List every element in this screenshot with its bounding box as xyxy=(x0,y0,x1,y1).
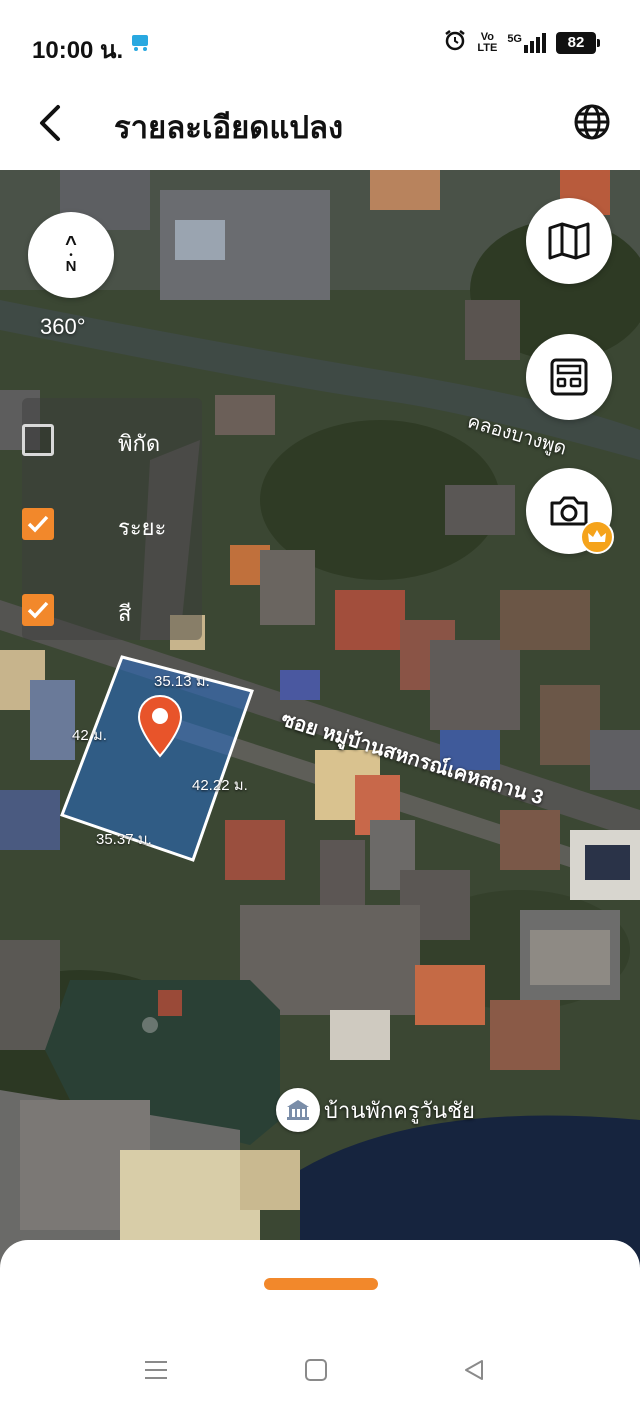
layer-toggle-distance[interactable]: ระยะ xyxy=(22,508,166,540)
dimension-left: 42 ม. xyxy=(72,727,107,744)
compass-letter: N xyxy=(65,258,77,275)
calculator-icon xyxy=(550,358,588,396)
status-indicators: Vo LTE 5G 82 xyxy=(443,28,600,57)
language-button[interactable] xyxy=(570,100,614,144)
checkbox-distance[interactable] xyxy=(22,508,54,540)
page-title: รายละเอียดแปลง xyxy=(114,110,344,145)
globe-icon xyxy=(574,104,610,140)
chevron-left-icon xyxy=(40,105,60,141)
camera-button[interactable] xyxy=(526,468,614,554)
camera-icon xyxy=(550,496,588,526)
volte-bottom: LTE xyxy=(477,41,498,54)
home-button[interactable] xyxy=(296,1350,336,1390)
bottom-sheet xyxy=(0,1240,640,1340)
square-icon xyxy=(305,1359,327,1381)
volte-top: Vo xyxy=(480,30,494,43)
recents-button[interactable] xyxy=(136,1350,176,1390)
status-time: 10:00 น. xyxy=(32,37,124,64)
battery-level: 82 xyxy=(567,34,585,51)
compass-button[interactable]: ^ • N xyxy=(28,212,114,298)
layer-toggle-coordinates[interactable]: พิกัด xyxy=(22,424,160,456)
check-icon xyxy=(27,515,49,533)
system-navigation-bar xyxy=(0,1330,640,1404)
building-icon xyxy=(276,1088,320,1132)
nav-back-button[interactable] xyxy=(454,1350,494,1390)
location-pin-icon[interactable] xyxy=(136,694,184,763)
triangle-back-icon xyxy=(465,1360,483,1380)
heading-readout: 360° xyxy=(40,314,86,339)
status-bar: 10:00 น. Vo LTE 5G 82 xyxy=(0,0,640,88)
poi-name: บ้านพักครูวันชัย xyxy=(324,1097,475,1123)
back-button[interactable] xyxy=(30,100,70,146)
signal-icon: 5G xyxy=(507,32,546,53)
menu-icon xyxy=(145,1361,167,1379)
poi-marker[interactable]: บ้านพักครูวันชัย xyxy=(276,1088,475,1132)
dimension-bottom: 35.37 ม. xyxy=(96,831,152,848)
layer-label-color: สี xyxy=(118,601,132,626)
battery-icon: 82 xyxy=(556,31,600,54)
layer-toggle-color[interactable]: สี xyxy=(22,594,131,626)
dimension-top: 35.13 ม. xyxy=(154,673,210,690)
layer-label-coordinates: พิกัด xyxy=(118,431,161,456)
checkbox-coordinates[interactable] xyxy=(22,424,54,456)
satellite-map[interactable]: 35.13 ม. 42 ม. 42.22 ม. 35.37 ม. คลองบาง… xyxy=(0,170,640,1270)
app-header: รายละเอียดแปลง xyxy=(0,88,640,170)
dimension-right: 42.22 ม. xyxy=(192,777,248,794)
network-type: 5G xyxy=(507,32,522,45)
check-icon xyxy=(27,601,49,619)
volte-indicator: Vo LTE xyxy=(477,30,498,54)
cart-app-icon xyxy=(130,32,152,52)
map-icon xyxy=(548,222,590,260)
layer-label-distance: ระยะ xyxy=(118,515,167,540)
map-type-button[interactable] xyxy=(526,198,612,284)
calculator-button[interactable] xyxy=(526,334,612,420)
sheet-drag-handle[interactable] xyxy=(264,1278,378,1290)
crown-icon xyxy=(580,520,614,554)
alarm-icon xyxy=(443,28,467,57)
checkbox-color[interactable] xyxy=(22,594,54,626)
